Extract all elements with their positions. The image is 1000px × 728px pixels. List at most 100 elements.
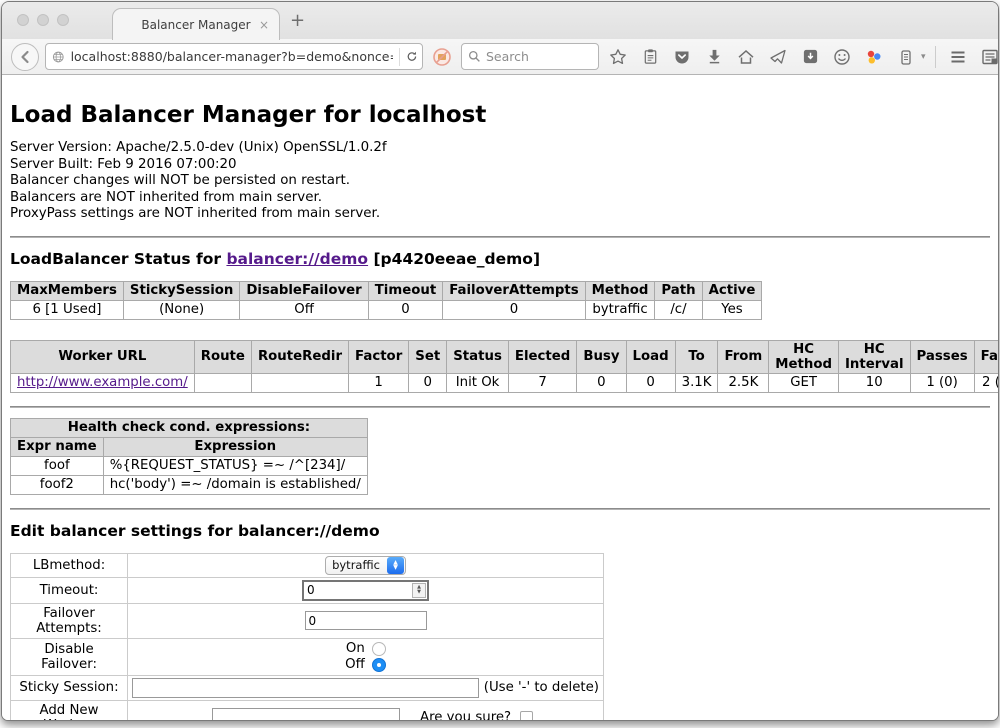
are-you-sure-label: Are you sure? [420, 710, 511, 721]
pocket-icon[interactable] [669, 43, 695, 71]
are-you-sure-checkbox[interactable] [520, 711, 533, 721]
table-cell: StickySession [123, 281, 239, 300]
lbmethod-label: LBmethod: [11, 553, 128, 577]
back-arrow-icon [17, 49, 33, 65]
chevron-down-icon[interactable]: ▾ [921, 52, 926, 62]
worker-table: Worker URLRouteRouteRedirFactorSetStatus… [10, 340, 998, 393]
table-cell: FailoverAttempts [443, 281, 585, 300]
table-cell: DisableFailover [240, 281, 368, 300]
health-title-row: Health check cond. expressions: [11, 418, 368, 437]
section-divider [10, 236, 990, 238]
persist-warning-line: Balancer changes will NOT be persisted o… [10, 173, 990, 190]
back-button[interactable] [11, 43, 39, 71]
table-cell: 10 [838, 373, 910, 392]
colored-dots-extension-icon[interactable] [861, 43, 887, 71]
disable-failover-on-radio[interactable] [372, 642, 386, 656]
url-text: localhost:8880/balancer-manager?b=demo&n… [71, 49, 394, 64]
table-cell: HC Interval [838, 340, 910, 373]
table-cell: HC Method [769, 340, 839, 373]
table-cell: (None) [123, 300, 239, 319]
page-content: Load Balancer Manager for localhost Serv… [2, 75, 998, 721]
table-cell: 3.1K [675, 373, 718, 392]
url-bar[interactable]: localhost:8880/balancer-manager?b=demo&n… [45, 43, 423, 70]
browser-window: Balancer Manager × + localhost:8880/bala… [1, 1, 999, 721]
table-cell: Yes [702, 300, 762, 319]
clipboard-icon[interactable] [637, 43, 663, 71]
reload-icon[interactable] [406, 49, 418, 64]
extension-download-icon[interactable] [797, 43, 823, 71]
failover-attempts-input[interactable] [305, 611, 427, 630]
table-cell: GET [769, 373, 839, 392]
zoom-window-button[interactable] [57, 14, 69, 26]
tab-close-icon[interactable]: × [259, 18, 269, 32]
table-cell: Fails [974, 340, 998, 373]
sticky-session-hint: (Use '-' to delete) [484, 680, 599, 695]
disable-failover-off-radio[interactable] [372, 658, 386, 672]
expr-name-cell: foof2 [11, 475, 104, 494]
status-heading: LoadBalancer Status for balancer://demo … [10, 250, 990, 268]
table-cell: MaxMembers [11, 281, 124, 300]
server-info: Server Version: Apache/2.5.0-dev (Unix) … [10, 140, 990, 223]
smiley-icon[interactable] [829, 43, 855, 71]
health-table-title: Health check cond. expressions: [11, 418, 368, 437]
balancer-demo-link[interactable]: balancer://demo [226, 250, 368, 268]
tab-title: Balancer Manager [141, 18, 250, 32]
edit-settings-heading: Edit balancer settings for balancer://de… [10, 522, 990, 540]
sticky-session-row: Sticky Session: (Use '-' to delete) [11, 675, 604, 700]
table-cell [251, 373, 348, 392]
table-cell: Worker URL [11, 340, 195, 373]
section-divider [10, 508, 990, 510]
search-field[interactable]: Search [461, 43, 599, 70]
table-cell: 7 [508, 373, 576, 392]
table-cell: 0 [626, 373, 675, 392]
table-cell: Load [626, 340, 675, 373]
table-cell: Factor [349, 340, 409, 373]
worker-url-cell: http://www.example.com/ [11, 373, 195, 392]
table-cell: Set [409, 340, 447, 373]
sticky-session-input[interactable] [132, 678, 479, 698]
bookmark-star-icon[interactable] [605, 43, 631, 71]
table-cell: Path [655, 281, 702, 300]
table-cell: Route [194, 340, 251, 373]
search-placeholder: Search [486, 49, 529, 64]
health-row-foof: foof %{REQUEST_STATUS} =~ /^[234]/ [11, 456, 368, 475]
table-cell: Expression [103, 437, 367, 456]
minimize-window-button[interactable] [37, 14, 49, 26]
tab-strip: Balancer Manager × + [2, 2, 998, 39]
failover-attempts-row: Failover Attempts: [11, 603, 604, 638]
radio-off-label: Off [345, 657, 365, 672]
page-title: Load Balancer Manager for localhost [10, 102, 990, 128]
table-cell: Init Ok [447, 373, 509, 392]
worker-url-link[interactable]: http://www.example.com/ [17, 375, 188, 390]
downloads-icon[interactable] [701, 43, 727, 71]
send-plane-icon[interactable] [765, 43, 791, 71]
health-row-foof2: foof2 hc('body') =~ /domain is establish… [11, 475, 368, 494]
worker-header-row: Worker URLRouteRouteRedirFactorSetStatus… [11, 340, 999, 373]
timeout-input-wrap: ▲▼ [302, 580, 429, 601]
add-worker-input[interactable] [212, 708, 400, 721]
new-tab-button[interactable]: + [290, 10, 305, 31]
table-cell: Method [585, 281, 655, 300]
journal-sidebar-icon[interactable] [977, 43, 999, 71]
server-built-line: Server Built: Feb 9 2016 07:00:20 [10, 157, 990, 174]
battery-extension-icon[interactable] [893, 43, 919, 71]
sticky-session-label: Sticky Session: [11, 675, 128, 700]
table-cell: 1 [349, 373, 409, 392]
table-cell: bytraffic [585, 300, 655, 319]
table-cell: 0 [577, 373, 626, 392]
tab-balancer-manager[interactable]: Balancer Manager × [112, 8, 280, 40]
home-icon[interactable] [733, 43, 759, 71]
select-stepper-icon: ▲▼ [387, 557, 404, 574]
expr-name-cell: foof [11, 456, 104, 475]
health-header-row: Expr nameExpression [11, 437, 368, 456]
content-blocked-icon[interactable] [429, 43, 455, 71]
timeout-input[interactable] [304, 582, 412, 598]
number-spinner-icon[interactable]: ▲▼ [412, 583, 426, 598]
table-cell: To [675, 340, 718, 373]
close-window-button[interactable] [17, 14, 29, 26]
menu-hamburger-icon[interactable] [945, 43, 971, 71]
lbmethod-select[interactable]: bytraffic ▲▼ [325, 556, 406, 575]
expression-cell: hc('body') =~ /domain is established/ [103, 475, 367, 494]
table-cell: Elected [508, 340, 576, 373]
window-controls [17, 14, 69, 26]
